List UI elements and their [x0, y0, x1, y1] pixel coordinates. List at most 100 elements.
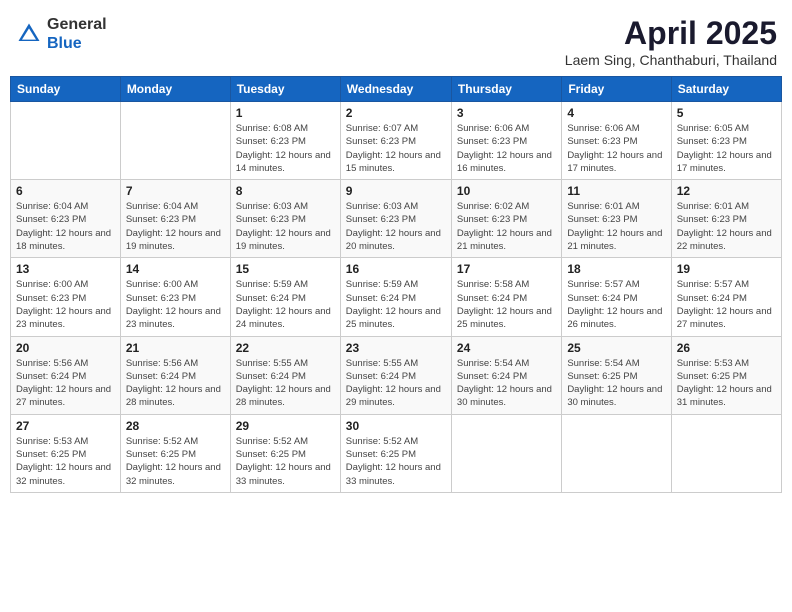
- calendar-cell: [451, 414, 561, 492]
- calendar-cell: 1 Sunrise: 6:08 AM Sunset: 6:23 PM Daylig…: [230, 102, 340, 180]
- calendar-cell: 24 Sunrise: 5:54 AM Sunset: 6:24 PM Dayli…: [451, 336, 561, 414]
- day-number: 20: [16, 341, 115, 355]
- day-number: 18: [567, 262, 665, 276]
- logo-general-text: General: [47, 16, 107, 33]
- calendar-cell: 14 Sunrise: 6:00 AM Sunset: 6:23 PM Dayli…: [120, 258, 230, 336]
- day-number: 1: [236, 106, 335, 120]
- day-info: Sunrise: 5:52 AM Sunset: 6:25 PM Dayligh…: [236, 435, 335, 488]
- calendar-cell: 28 Sunrise: 5:52 AM Sunset: 6:25 PM Dayli…: [120, 414, 230, 492]
- day-number: 28: [126, 419, 225, 433]
- day-number: 27: [16, 419, 115, 433]
- calendar-cell: 22Sunrise: 5:55 AM Sunset: 6:24 PM Dayli…: [230, 336, 340, 414]
- day-number: 25: [567, 341, 665, 355]
- day-number: 30: [346, 419, 446, 433]
- day-number: 4: [567, 106, 665, 120]
- calendar-cell: 13Sunrise: 6:00 AM Sunset: 6:23 PM Dayli…: [11, 258, 121, 336]
- calendar-cell: 16 Sunrise: 5:59 AM Sunset: 6:24 PM Dayli…: [340, 258, 451, 336]
- calendar-cell: 30 Sunrise: 5:52 AM Sunset: 6:25 PM Dayli…: [340, 414, 451, 492]
- day-number: 24: [457, 341, 556, 355]
- day-number: 19: [677, 262, 776, 276]
- weekday-header-thursday: Thursday: [451, 77, 561, 102]
- weekday-header-sunday: Sunday: [11, 77, 121, 102]
- logo-blue-text: Blue: [47, 35, 82, 52]
- calendar-cell: 3Sunrise: 6:06 AM Sunset: 6:23 PM Daylig…: [451, 102, 561, 180]
- calendar-cell: [120, 102, 230, 180]
- day-number: 9: [346, 184, 446, 198]
- week-row-5: 27 Sunrise: 5:53 AM Sunset: 6:25 PM Dayli…: [11, 414, 782, 492]
- calendar-cell: 12Sunrise: 6:01 AM Sunset: 6:23 PM Dayli…: [671, 180, 781, 258]
- day-number: 12: [677, 184, 776, 198]
- calendar-cell: 8 Sunrise: 6:03 AM Sunset: 6:23 PM Daylig…: [230, 180, 340, 258]
- day-info: Sunrise: 6:02 AM Sunset: 6:23 PM Dayligh…: [457, 200, 556, 253]
- day-info: Sunrise: 5:53 AM Sunset: 6:25 PM Dayligh…: [677, 357, 776, 410]
- day-info: Sunrise: 6:01 AM Sunset: 6:23 PM Dayligh…: [567, 200, 665, 253]
- logo-text: General Blue: [47, 15, 107, 53]
- calendar-cell: 7Sunrise: 6:04 AM Sunset: 6:23 PM Daylig…: [120, 180, 230, 258]
- day-number: 26: [677, 341, 776, 355]
- day-info: Sunrise: 5:57 AM Sunset: 6:24 PM Dayligh…: [567, 278, 665, 331]
- day-info: Sunrise: 5:52 AM Sunset: 6:25 PM Dayligh…: [346, 435, 446, 488]
- week-row-2: 6 Sunrise: 6:04 AM Sunset: 6:23 PM Daylig…: [11, 180, 782, 258]
- calendar-cell: 18 Sunrise: 5:57 AM Sunset: 6:24 PM Dayli…: [562, 258, 671, 336]
- calendar-cell: 17 Sunrise: 5:58 AM Sunset: 6:24 PM Dayli…: [451, 258, 561, 336]
- day-number: 17: [457, 262, 556, 276]
- day-info: Sunrise: 5:58 AM Sunset: 6:24 PM Dayligh…: [457, 278, 556, 331]
- weekday-header-friday: Friday: [562, 77, 671, 102]
- month-title: April 2025: [565, 15, 777, 52]
- day-info: Sunrise: 6:05 AM Sunset: 6:23 PM Dayligh…: [677, 122, 776, 175]
- week-row-1: 1 Sunrise: 6:08 AM Sunset: 6:23 PM Daylig…: [11, 102, 782, 180]
- day-info: Sunrise: 6:03 AM Sunset: 6:23 PM Dayligh…: [346, 200, 446, 253]
- calendar-cell: 25 Sunrise: 5:54 AM Sunset: 6:25 PM Dayli…: [562, 336, 671, 414]
- day-info: Sunrise: 6:00 AM Sunset: 6:23 PM Dayligh…: [126, 278, 225, 331]
- day-info: Sunrise: 5:55 AM Sunset: 6:24 PM Dayligh…: [236, 357, 335, 410]
- calendar-cell: 4 Sunrise: 6:06 AM Sunset: 6:23 PM Daylig…: [562, 102, 671, 180]
- calendar-cell: [671, 414, 781, 492]
- day-info: Sunrise: 6:06 AM Sunset: 6:23 PM Dayligh…: [567, 122, 665, 175]
- calendar-cell: [562, 414, 671, 492]
- calendar-table: SundayMondayTuesdayWednesdayThursdayFrid…: [10, 76, 782, 493]
- calendar-cell: 20Sunrise: 5:56 AM Sunset: 6:24 PM Dayli…: [11, 336, 121, 414]
- day-info: Sunrise: 6:08 AM Sunset: 6:23 PM Dayligh…: [236, 122, 335, 175]
- day-number: 11: [567, 184, 665, 198]
- calendar-cell: 15 Sunrise: 5:59 AM Sunset: 6:24 PM Dayli…: [230, 258, 340, 336]
- weekday-header-tuesday: Tuesday: [230, 77, 340, 102]
- calendar-cell: 6 Sunrise: 6:04 AM Sunset: 6:23 PM Daylig…: [11, 180, 121, 258]
- calendar-cell: 26 Sunrise: 5:53 AM Sunset: 6:25 PM Dayli…: [671, 336, 781, 414]
- day-number: 16: [346, 262, 446, 276]
- calendar-cell: [11, 102, 121, 180]
- week-row-4: 20 Sunrise: 5:56 AM Sunset: 6:24 PM Dayli…: [11, 336, 782, 414]
- day-number: 6: [16, 184, 115, 198]
- day-info: Sunrise: 5:52 AM Sunset: 6:25 PM Dayligh…: [126, 435, 225, 488]
- calendar-cell: 21Sunrise: 5:56 AM Sunset: 6:24 PM Dayli…: [120, 336, 230, 414]
- day-number: 10: [457, 184, 556, 198]
- weekday-header-wednesday: Wednesday: [340, 77, 451, 102]
- day-number: 3: [457, 106, 556, 120]
- day-number: 23: [346, 341, 446, 355]
- day-info: Sunrise: 5:53 AM Sunset: 6:25 PM Dayligh…: [16, 435, 115, 488]
- day-number: 15: [236, 262, 335, 276]
- day-info: Sunrise: 5:56 AM Sunset: 6:24 PM Dayligh…: [126, 357, 225, 410]
- day-info: Sunrise: 5:54 AM Sunset: 6:25 PM Dayligh…: [567, 357, 665, 410]
- calendar-cell: 11 Sunrise: 6:01 AM Sunset: 6:23 PM Dayli…: [562, 180, 671, 258]
- day-info: Sunrise: 6:03 AM Sunset: 6:23 PM Dayligh…: [236, 200, 335, 253]
- location-title: Laem Sing, Chanthaburi, Thailand: [565, 52, 777, 68]
- header: General Blue April 2025 Laem Sing, Chant…: [10, 10, 782, 68]
- logo-icon: [15, 20, 43, 48]
- day-info: Sunrise: 5:59 AM Sunset: 6:24 PM Dayligh…: [236, 278, 335, 331]
- day-number: 14: [126, 262, 225, 276]
- title-area: April 2025 Laem Sing, Chanthaburi, Thail…: [565, 15, 777, 68]
- day-info: Sunrise: 5:59 AM Sunset: 6:24 PM Dayligh…: [346, 278, 446, 331]
- day-number: 13: [16, 262, 115, 276]
- calendar-cell: 23Sunrise: 5:55 AM Sunset: 6:24 PM Dayli…: [340, 336, 451, 414]
- calendar-cell: 27 Sunrise: 5:53 AM Sunset: 6:25 PM Dayli…: [11, 414, 121, 492]
- day-number: 8: [236, 184, 335, 198]
- day-info: Sunrise: 5:54 AM Sunset: 6:24 PM Dayligh…: [457, 357, 556, 410]
- calendar-cell: 9 Sunrise: 6:03 AM Sunset: 6:23 PM Daylig…: [340, 180, 451, 258]
- calendar-cell: 5 Sunrise: 6:05 AM Sunset: 6:23 PM Daylig…: [671, 102, 781, 180]
- day-number: 5: [677, 106, 776, 120]
- day-info: Sunrise: 6:04 AM Sunset: 6:23 PM Dayligh…: [16, 200, 115, 253]
- calendar-cell: 19Sunrise: 5:57 AM Sunset: 6:24 PM Dayli…: [671, 258, 781, 336]
- weekday-header-monday: Monday: [120, 77, 230, 102]
- day-info: Sunrise: 6:07 AM Sunset: 6:23 PM Dayligh…: [346, 122, 446, 175]
- day-info: Sunrise: 6:04 AM Sunset: 6:23 PM Dayligh…: [126, 200, 225, 253]
